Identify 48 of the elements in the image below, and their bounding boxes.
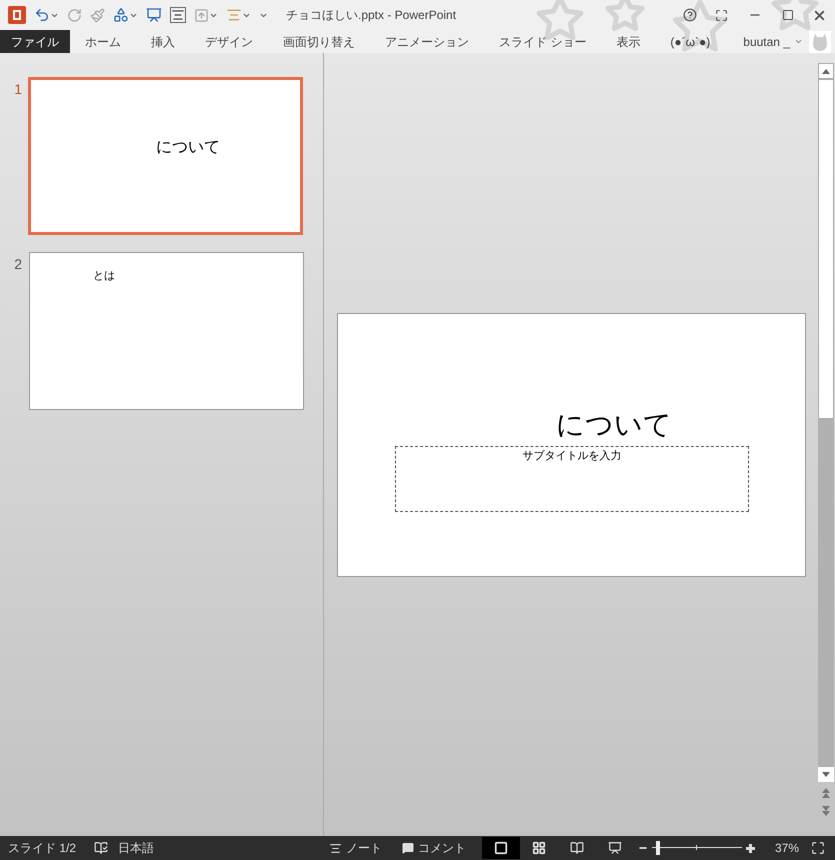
scroll-up-icon[interactable] [822, 68, 830, 74]
ribbon-display-icon[interactable] [715, 8, 728, 22]
ribbon-tab[interactable]: 表示 [601, 30, 656, 53]
slide-sorter-icon [532, 841, 546, 855]
slideshow-icon[interactable] [146, 7, 162, 23]
help-icon[interactable] [683, 8, 697, 22]
ribbon-tab[interactable]: (●´ω`●) [655, 30, 726, 53]
ribbon-tab[interactable]: アニメーション [370, 30, 484, 53]
zoom-percentage[interactable]: 37% [774, 839, 799, 857]
slide-thumbnail[interactable]: について [28, 77, 303, 235]
subtitle-placeholder[interactable]: サブタイトルを入力 [395, 446, 749, 512]
textbox-icon[interactable] [170, 7, 186, 23]
thumbnail-title: とは [93, 269, 116, 284]
view-button[interactable] [482, 837, 520, 859]
ribbon-tab[interactable]: 挿入 [136, 30, 190, 53]
zoom-slider[interactable] [652, 841, 742, 855]
comment-icon [402, 842, 414, 854]
slide-counter: スライド 1/2 [8, 840, 76, 857]
slide-thumbnail[interactable]: とは [29, 252, 304, 410]
undo-icon[interactable] [34, 7, 50, 23]
ribbon-tab[interactable]: スライド ショー [484, 30, 602, 53]
fit-to-window-icon[interactable] [811, 841, 825, 855]
language-label[interactable]: 日本語 [118, 839, 154, 857]
zoom-thumb[interactable] [656, 841, 660, 855]
zoom-in-icon[interactable] [746, 844, 755, 852]
slide-title[interactable]: について [556, 408, 805, 442]
proofing-icon[interactable] [94, 841, 108, 855]
reading-view-icon [570, 841, 584, 855]
comments-button[interactable]: コメント [402, 839, 466, 857]
next-slide-icon[interactable] [822, 806, 830, 816]
window-title: チョコほしい.pptx - PowerPoint [286, 7, 456, 24]
slide-number: 1 [13, 80, 23, 99]
notes-icon [328, 842, 342, 854]
scroll-down-icon[interactable] [822, 772, 830, 777]
normal-view-icon [494, 841, 508, 855]
ribbon-tab[interactable]: ホーム [70, 30, 136, 53]
maximize-icon[interactable] [782, 9, 794, 21]
notes-button[interactable]: ノート [328, 839, 382, 857]
shapes-icon[interactable] [113, 7, 129, 23]
ribbon-tab[interactable]: デザイン [190, 30, 268, 53]
ribbon-tab[interactable]: 画面切り替え [268, 30, 370, 53]
slide-number: 2 [13, 255, 23, 274]
slideshow-icon [608, 841, 622, 855]
previous-slide-icon[interactable] [822, 788, 830, 798]
thumbnail-title: について [156, 138, 221, 158]
app-logo-icon [8, 6, 26, 24]
file-tab[interactable]: ファイル [0, 30, 70, 53]
user-name[interactable]: buutan _ [743, 32, 790, 50]
